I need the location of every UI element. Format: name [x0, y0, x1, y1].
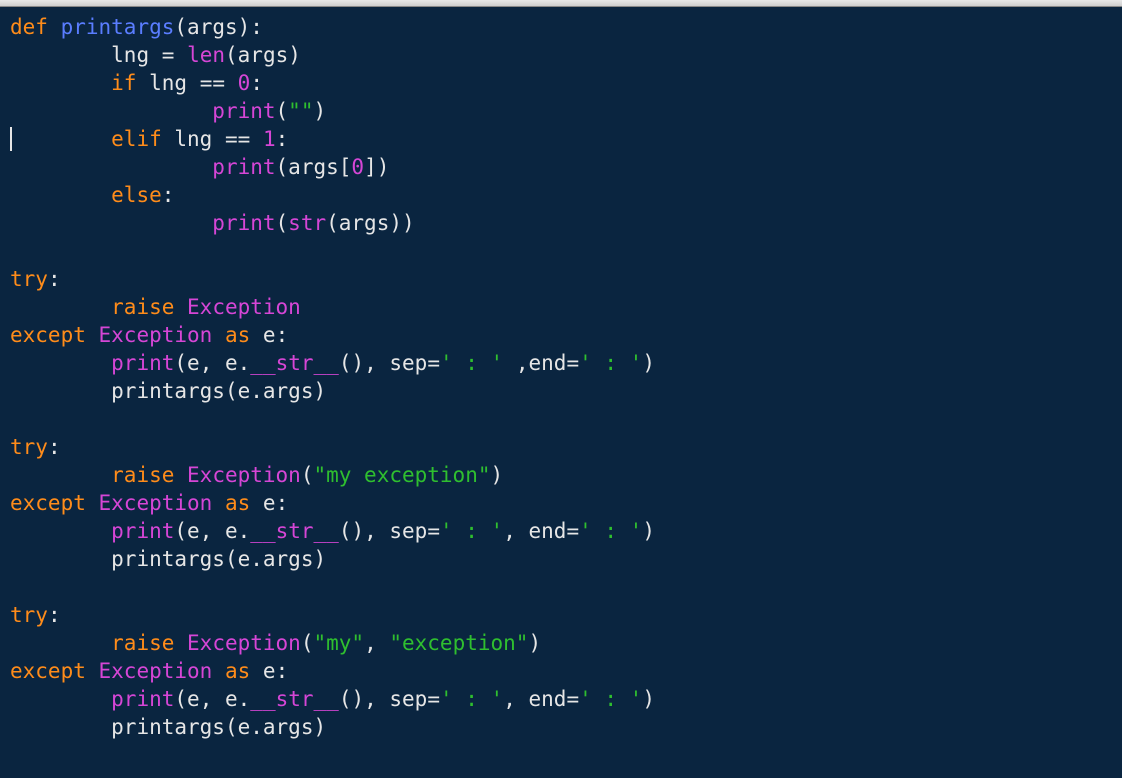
num-0: 0 — [238, 71, 251, 95]
kwarg-sep-1: sep — [389, 351, 427, 375]
call-printargs-1: printargs — [111, 379, 225, 403]
kw-raise-2: raise — [111, 463, 174, 487]
kw-as-1: as — [225, 323, 250, 347]
ref-e-1: e — [187, 351, 200, 375]
text-cursor — [10, 127, 12, 151]
call-print-5: print — [111, 519, 174, 543]
str-sep-3: ' : ' — [440, 687, 503, 711]
kw-except-1: except — [10, 323, 86, 347]
call-print-2: print — [212, 155, 275, 179]
num-idx0: 0 — [351, 155, 364, 179]
ref-lng-2: lng — [174, 127, 212, 151]
var-lng: lng — [111, 43, 149, 67]
ref-e-2b: e — [225, 519, 238, 543]
kwarg-sep-2: sep — [389, 519, 427, 543]
ref-eargs-2: e.args — [238, 547, 314, 571]
dunder-str-1: __str__ — [250, 351, 339, 375]
op-eqeq-2: == — [225, 127, 250, 151]
call-len: len — [187, 43, 225, 67]
call-print: print — [212, 99, 275, 123]
fn-name: printargs — [61, 15, 175, 39]
kw-except-3: except — [10, 659, 86, 683]
var-e-2: e — [263, 491, 276, 515]
kw-as-2: as — [225, 491, 250, 515]
ref-args: args — [238, 43, 289, 67]
kw-elif: elif — [111, 127, 162, 151]
ref-e-3b: e — [225, 687, 238, 711]
str-my: "my" — [313, 631, 364, 655]
ref-e-2: e — [187, 519, 200, 543]
exc-type-2: Exception — [99, 491, 213, 515]
ref-args-2: args — [288, 155, 339, 179]
str-end-2: ' : ' — [579, 519, 642, 543]
ref-args-3: args — [339, 211, 390, 235]
kw-try-2: try — [10, 435, 48, 459]
exc-type-1: Exception — [99, 323, 213, 347]
str-myexc: "my exception" — [313, 463, 490, 487]
str-exception: "exception" — [389, 631, 528, 655]
ref-lng: lng — [149, 71, 187, 95]
param-args: args — [187, 15, 238, 39]
code-editor[interactable]: def printargs(args): lng = len(args) if … — [0, 7, 1122, 751]
kwarg-sep-3: sep — [389, 687, 427, 711]
op-assign: = — [162, 43, 175, 67]
exc-2: Exception — [187, 463, 301, 487]
var-e-1: e — [263, 323, 276, 347]
kw-as-3: as — [225, 659, 250, 683]
call-str: str — [288, 211, 326, 235]
kw-try-3: try — [10, 603, 48, 627]
num-1: 1 — [263, 127, 276, 151]
exc-3: Exception — [187, 631, 301, 655]
kw-except-2: except — [10, 491, 86, 515]
ref-eargs-1: e.args — [238, 379, 314, 403]
call-print-3: print — [212, 211, 275, 235]
kwarg-end-1: end — [529, 351, 567, 375]
str-sep-2: ' : ' — [440, 519, 503, 543]
ref-e-3: e — [187, 687, 200, 711]
dunder-str-3: __str__ — [250, 687, 339, 711]
ref-e-1b: e — [225, 351, 238, 375]
str-empty: "" — [288, 99, 313, 123]
dunder-str-2: __str__ — [250, 519, 339, 543]
str-sep-1: ' : ' — [440, 351, 503, 375]
str-end-3: ' : ' — [579, 687, 642, 711]
kw-if: if — [111, 71, 136, 95]
call-printargs-3: printargs — [111, 715, 225, 739]
kw-raise-3: raise — [111, 631, 174, 655]
var-e-3: e — [263, 659, 276, 683]
str-end-1: ' : ' — [579, 351, 642, 375]
op-eqeq: == — [200, 71, 225, 95]
kw-raise-1: raise — [111, 295, 174, 319]
window-titlebar — [0, 0, 1122, 7]
kw-else: else — [111, 183, 162, 207]
ref-eargs-3: e.args — [238, 715, 314, 739]
kw-try-1: try — [10, 267, 48, 291]
call-print-4: print — [111, 351, 174, 375]
call-printargs-2: printargs — [111, 547, 225, 571]
kwarg-end-2: end — [529, 519, 567, 543]
exc-1: Exception — [187, 295, 301, 319]
kw-def: def — [10, 15, 48, 39]
call-print-6: print — [111, 687, 174, 711]
exc-type-3: Exception — [99, 659, 213, 683]
kwarg-end-3: end — [529, 687, 567, 711]
